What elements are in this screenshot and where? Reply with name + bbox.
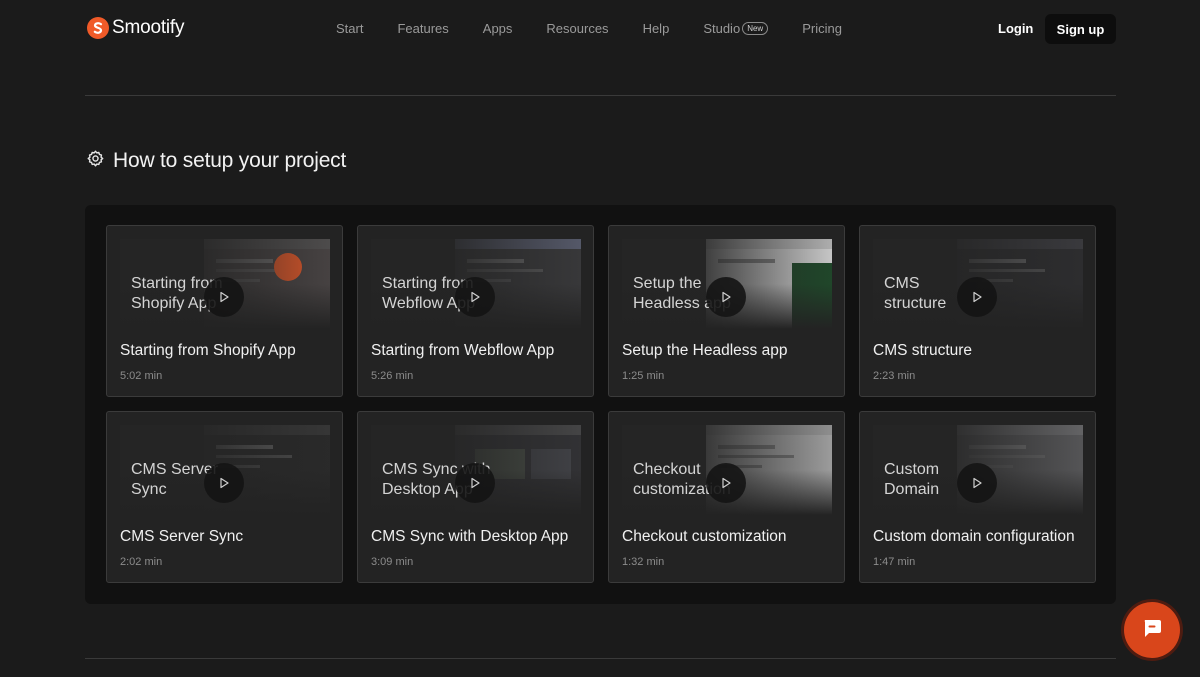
video-card[interactable]: Custom Domain Custom domain configuratio… — [859, 411, 1096, 583]
play-icon[interactable] — [455, 277, 495, 317]
video-duration: 2:02 min — [120, 556, 163, 568]
play-icon[interactable] — [706, 463, 746, 503]
chat-bubble-icon — [1140, 616, 1164, 645]
video-duration: 3:09 min — [371, 556, 414, 568]
video-thumbnail: Checkout customization — [622, 425, 832, 515]
nav-link-start[interactable]: Start — [336, 21, 363, 36]
new-badge: New — [742, 22, 769, 35]
play-icon[interactable] — [455, 463, 495, 503]
video-thumbnail: Starting from Webflow App — [371, 239, 581, 329]
smootify-logo-icon — [87, 17, 109, 39]
video-card[interactable]: Starting from Webflow App Starting from … — [357, 225, 594, 397]
brand-logo[interactable]: Smootify — [87, 17, 185, 39]
bottom-divider — [85, 658, 1116, 659]
video-duration: 1:32 min — [622, 556, 665, 568]
brand-name: Smootify — [112, 17, 185, 38]
nav-link-pricing[interactable]: Pricing — [802, 21, 842, 36]
play-icon[interactable] — [204, 277, 244, 317]
play-icon[interactable] — [957, 463, 997, 503]
video-card[interactable]: Checkout customization Checkout customiz… — [608, 411, 845, 583]
videos-grid: Starting from Shopify App Starting from … — [106, 225, 1096, 583]
nav-link-studio[interactable]: Studio New — [703, 21, 769, 36]
play-icon[interactable] — [706, 277, 746, 317]
nav-link-resources[interactable]: Resources — [546, 21, 608, 36]
signup-button[interactable]: Sign up — [1045, 14, 1116, 44]
video-card[interactable]: Starting from Shopify App Starting from … — [106, 225, 343, 397]
top-divider — [85, 95, 1116, 96]
videos-panel: Starting from Shopify App Starting from … — [85, 205, 1116, 604]
nav-link-apps[interactable]: Apps — [483, 21, 513, 36]
video-card[interactable]: CMS Sync with Desktop App CMS Sync with … — [357, 411, 594, 583]
video-thumbnail: Custom Domain — [873, 425, 1083, 515]
nav-links: Start Features Apps Resources Help Studi… — [336, 21, 876, 36]
play-icon[interactable] — [957, 277, 997, 317]
video-duration: 1:47 min — [873, 556, 916, 568]
top-nav: Smootify Start Features Apps Resources H… — [0, 0, 1200, 58]
section-title: How to setup your project — [113, 149, 347, 172]
video-duration: 2:23 min — [873, 370, 916, 382]
video-thumbnail: CMS structure — [873, 239, 1083, 329]
login-link[interactable]: Login — [998, 21, 1033, 36]
nav-link-features[interactable]: Features — [397, 21, 448, 36]
video-title: CMS Server Sync — [120, 528, 244, 545]
video-title: CMS structure — [873, 342, 973, 359]
video-title: Starting from Shopify App — [120, 342, 296, 359]
video-duration: 5:26 min — [371, 370, 414, 382]
video-thumbnail: CMS Server Sync — [120, 425, 330, 515]
video-card[interactable]: CMS structure CMS structure 2:23 min — [859, 225, 1096, 397]
gear-icon — [86, 149, 105, 173]
video-card[interactable]: CMS Server Sync CMS Server Sync 2:02 min — [106, 411, 343, 583]
nav-link-studio-label: Studio — [703, 21, 741, 36]
nav-link-help[interactable]: Help — [643, 21, 670, 36]
video-title: Custom domain configuration — [873, 528, 1075, 545]
video-thumbnail: Setup the Headless app — [622, 239, 832, 329]
play-icon[interactable] — [204, 463, 244, 503]
video-card[interactable]: Setup the Headless app Setup the Headles… — [608, 225, 845, 397]
video-thumbnail: CMS Sync with Desktop App — [371, 425, 581, 515]
video-title: Starting from Webflow App — [371, 342, 555, 359]
chat-button[interactable] — [1124, 602, 1180, 658]
video-title: CMS Sync with Desktop App — [371, 528, 569, 545]
section-heading: How to setup your project — [86, 149, 346, 173]
video-duration: 5:02 min — [120, 370, 163, 382]
video-duration: 1:25 min — [622, 370, 665, 382]
video-title: Setup the Headless app — [622, 342, 788, 359]
video-thumbnail: Starting from Shopify App — [120, 239, 330, 329]
video-title: Checkout customization — [622, 528, 787, 545]
